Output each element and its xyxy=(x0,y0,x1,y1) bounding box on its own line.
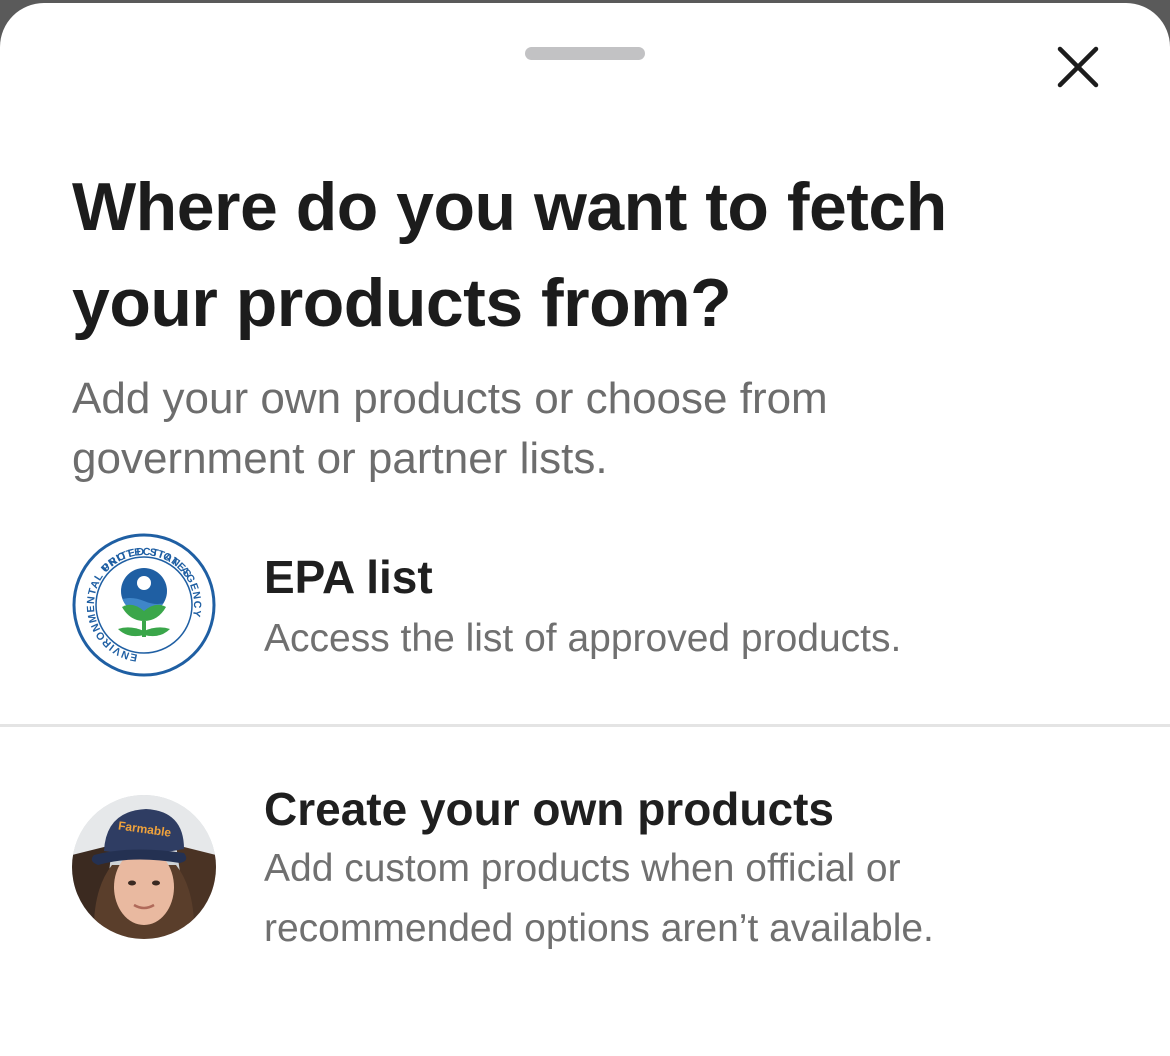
user-avatar-photo: Farmable xyxy=(72,795,216,939)
close-icon xyxy=(1057,46,1099,88)
option-title: Create your own products xyxy=(264,783,834,835)
sheet-grabber-handle[interactable] xyxy=(525,47,645,60)
page-title: Where do you want to fetch your products… xyxy=(72,169,947,341)
bottom-sheet: Where do you want to fetch your products… xyxy=(0,3,1170,1056)
page-subtitle: Add your own products or choose from gov… xyxy=(72,374,828,483)
epa-seal-logo: ENVIRONMENTAL PROTECTION AGENCY UNITED S… xyxy=(72,533,216,677)
option-create-own-products[interactable]: Farmable Create your own products Add cu… xyxy=(0,729,1170,1029)
option-description: Add custom products when official or rec… xyxy=(264,847,934,950)
option-description: Access the list of approved products. xyxy=(264,617,902,660)
option-title: EPA list xyxy=(264,551,433,603)
close-button[interactable] xyxy=(1048,37,1108,97)
option-epa-list[interactable]: ENVIRONMENTAL PROTECTION AGENCY UNITED S… xyxy=(0,529,1170,725)
option-divider xyxy=(0,724,1170,727)
